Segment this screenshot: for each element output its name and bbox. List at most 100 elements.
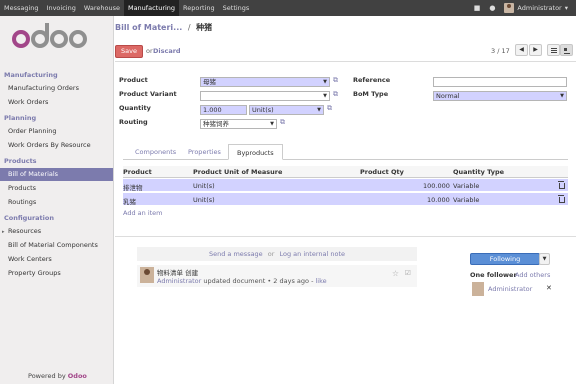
- menu-warehouse[interactable]: Warehouse: [80, 0, 124, 16]
- sidebar-item-resources[interactable]: Resources: [0, 225, 113, 238]
- log-note-link[interactable]: Log an internal note: [280, 250, 346, 258]
- cell-uom: Unit(s): [193, 196, 215, 204]
- powered-by[interactable]: Powered by Odoo: [28, 372, 87, 380]
- following-button[interactable]: Following: [470, 253, 540, 265]
- user-avatar: [504, 3, 515, 13]
- cell-qty: 10.000: [427, 196, 450, 204]
- quantity-field[interactable]: 1.000: [200, 105, 247, 115]
- dropdown-arrow-icon: ▼: [317, 107, 321, 113]
- dropdown-arrow-icon: ▼: [323, 93, 327, 99]
- reference-field[interactable]: [433, 77, 567, 87]
- table-row[interactable]: 排泄物 Unit(s) 100.000 Variable: [123, 179, 568, 192]
- pager-counter: 3 / 17: [491, 47, 510, 55]
- pager-prev-button[interactable]: ◀: [515, 44, 528, 56]
- follower-avatar: [472, 282, 484, 296]
- external-link-icon[interactable]: ⧉: [333, 76, 338, 85]
- sidebar-item-routings[interactable]: Routings: [0, 196, 113, 209]
- discard-button[interactable]: Discard: [153, 47, 181, 55]
- col-qty[interactable]: Product Qty: [360, 168, 404, 176]
- chatter: Send a message or Log an internal note 物…: [115, 236, 576, 296]
- menu-settings[interactable]: Settings: [219, 0, 254, 16]
- send-message-link[interactable]: Send a message: [209, 250, 263, 258]
- follow-dropdown-button[interactable]: ▼: [539, 253, 550, 265]
- tab-properties[interactable]: Properties: [180, 144, 229, 160]
- trash-icon[interactable]: [558, 181, 565, 189]
- chatter-composer: Send a message or Log an internal note: [137, 247, 417, 261]
- breadcrumb-current: 种猪: [196, 23, 213, 32]
- list-view-button[interactable]: [547, 44, 560, 56]
- sidebar-item-work-centers[interactable]: Work Centers: [0, 253, 113, 266]
- topbar-right: ■ ● Administrator ▾: [474, 0, 568, 16]
- cell-qty-type: Variable: [453, 182, 480, 190]
- cell-qty: 100.000: [423, 182, 450, 190]
- sidebar-section-manufacturing: Manufacturing: [4, 71, 58, 79]
- menu-invoicing[interactable]: Invoicing: [43, 0, 80, 16]
- uom-value: Unit(s): [252, 106, 274, 114]
- form-icon: [564, 48, 567, 51]
- logo-letter-o: [12, 30, 30, 48]
- sidebar-item-order-planning[interactable]: Order Planning: [0, 125, 113, 138]
- powered-prefix: Powered by: [28, 372, 66, 380]
- message-meta: Administrator updated document • 2 days …: [157, 277, 327, 285]
- menu-messaging[interactable]: Messaging: [0, 0, 43, 16]
- sidebar-item-products[interactable]: Products: [0, 182, 113, 195]
- mark-read-icon[interactable]: ☑: [405, 269, 411, 277]
- product-field[interactable]: 母猪 ▼: [200, 77, 330, 87]
- routing-field[interactable]: 种猪饲养 ▼: [200, 119, 277, 129]
- user-menu[interactable]: Administrator ▾: [504, 3, 568, 13]
- tab-components[interactable]: Components: [127, 144, 184, 160]
- trash-icon[interactable]: [558, 195, 565, 203]
- sidebar-item-bom-components[interactable]: Bill of Material Components: [0, 239, 113, 252]
- follower-name[interactable]: Administrator: [488, 285, 532, 293]
- powered-brand: Odoo: [67, 372, 87, 380]
- sidebar-item-manufacturing-orders[interactable]: Manufacturing Orders: [0, 82, 113, 95]
- star-icon[interactable]: ☆: [392, 269, 399, 278]
- external-link-icon[interactable]: ⧉: [333, 90, 338, 99]
- chat-icon[interactable]: ■: [474, 4, 481, 12]
- save-button[interactable]: Save: [115, 45, 143, 58]
- product-value: 母猪: [203, 78, 216, 86]
- breadcrumb-parent[interactable]: Bill of Materi...: [115, 23, 182, 32]
- list-icon-line: [551, 50, 557, 51]
- pager-next-button[interactable]: ▶: [529, 44, 542, 56]
- breadcrumb-separator: /: [187, 23, 191, 32]
- sidebar-section-products: Products: [4, 157, 37, 165]
- remove-follower-icon[interactable]: ✕: [546, 284, 552, 292]
- cell-product: 排泄物: [123, 184, 143, 192]
- table-row[interactable]: 乳猪 Unit(s) 10.000 Variable: [123, 193, 568, 206]
- table-header: Product Product Unit of Measure Product …: [123, 166, 568, 178]
- routing-label: Routing: [119, 118, 148, 126]
- bom-type-select[interactable]: Normal ▼: [433, 91, 567, 101]
- reference-label: Reference: [353, 76, 391, 84]
- col-product[interactable]: Product: [123, 168, 152, 176]
- product-variant-label: Product Variant: [119, 90, 177, 98]
- form-view-button[interactable]: [560, 44, 573, 56]
- add-item-link[interactable]: Add an item: [123, 209, 163, 217]
- menu-reporting[interactable]: Reporting: [179, 0, 219, 16]
- tab-byproducts[interactable]: Byproducts: [228, 144, 283, 160]
- chevron-down-icon: ▾: [564, 4, 568, 12]
- sidebar-item-work-orders-by-resource[interactable]: Work Orders By Resource: [0, 139, 113, 152]
- sidebar-item-bill-of-materials[interactable]: Bill of Materials: [0, 168, 113, 181]
- product-variant-field[interactable]: ▼: [200, 91, 330, 101]
- message-like[interactable]: like: [316, 277, 327, 285]
- logo-letter-o2: [50, 30, 68, 48]
- message-text: updated document: [203, 277, 266, 285]
- sidebar-item-property-groups[interactable]: Property Groups: [0, 267, 113, 280]
- top-menu: Messaging Invoicing Warehouse Manufactur…: [0, 0, 253, 16]
- external-link-icon[interactable]: ⧉: [327, 104, 332, 113]
- odoo-logo[interactable]: [12, 23, 88, 60]
- uom-field[interactable]: Unit(s) ▼: [249, 105, 324, 115]
- add-others-link[interactable]: Add others: [515, 271, 550, 279]
- list-icon: [551, 48, 557, 49]
- form-icon-line: [564, 53, 570, 54]
- arrow-left-icon: ◀: [519, 46, 524, 53]
- col-uom[interactable]: Product Unit of Measure: [193, 168, 282, 176]
- message-author[interactable]: Administrator: [157, 277, 201, 285]
- messages-icon[interactable]: ●: [489, 4, 495, 12]
- external-link-icon[interactable]: ⧉: [280, 118, 285, 127]
- form-header: Bill of Materi... / 种猪 Save or Discard 3…: [115, 16, 576, 62]
- menu-manufacturing[interactable]: Manufacturing: [123, 0, 180, 16]
- sidebar-item-work-orders[interactable]: Work Orders: [0, 96, 113, 109]
- col-qty-type[interactable]: Quantity Type: [453, 168, 504, 176]
